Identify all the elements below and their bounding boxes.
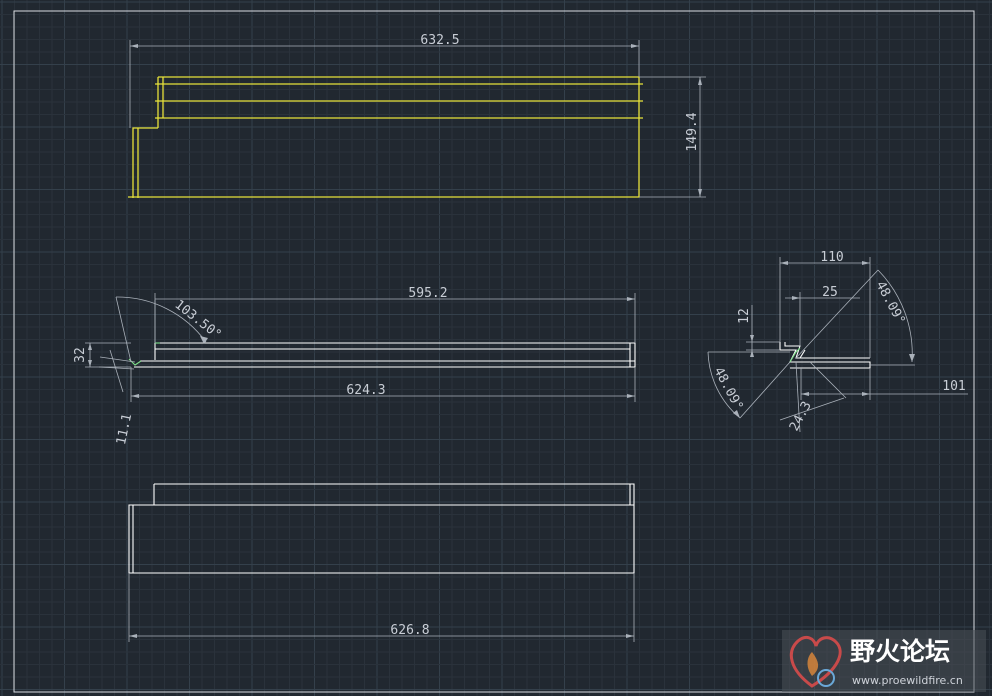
background-grid xyxy=(0,0,992,696)
detail-view-total-width-label: 110 xyxy=(820,250,843,265)
front-view-height-label: 32 xyxy=(73,347,88,363)
front-view-outline xyxy=(128,342,636,368)
detail-view: 110 25 12 48.09° 48.09° 101 24.3 xyxy=(707,250,968,434)
detail-view-left-angle-dimension: 48.09° xyxy=(707,351,791,419)
detail-view-inner-width-dimension: 25 xyxy=(785,285,860,346)
watermark-url: www.proewildfire.cn xyxy=(852,674,963,687)
detail-view-inner-width-label: 25 xyxy=(822,285,838,300)
front-view-offset-label: 11.1 xyxy=(114,412,135,446)
front-view-outer-length-dimension: 624.3 xyxy=(130,367,636,402)
front-view: 595.2 624.3 103.50° 32 11.1 xyxy=(73,286,636,446)
detail-view-right-angle-dimension: 48.09° xyxy=(795,269,915,366)
detail-view-flange-height-dimension: 12 xyxy=(737,305,780,357)
front-view-inner-length-label: 595.2 xyxy=(408,286,447,301)
top-view-height-dimension: 149.4 xyxy=(639,76,706,198)
front-view-outer-length-label: 624.3 xyxy=(346,383,385,398)
top-view-width-label: 632.5 xyxy=(420,33,459,48)
watermark: 野火论坛 www.proewildfire.cn xyxy=(782,630,986,692)
front-view-angle-label: 103.50° xyxy=(172,297,224,343)
top-view-width-dimension: 632.5 xyxy=(129,33,640,128)
bottom-view-length-label: 626.8 xyxy=(390,623,429,638)
detail-view-flange-height-label: 12 xyxy=(737,308,752,324)
detail-view-extension-dimension: 101 xyxy=(800,368,968,400)
top-view-outline xyxy=(128,76,643,198)
bottom-view-length-dimension: 626.8 xyxy=(128,573,635,642)
watermark-brand: 野火论坛 xyxy=(850,637,950,666)
bottom-view-outline xyxy=(128,483,635,574)
cad-drawing-canvas[interactable]: 632.5 149.4 595.2 624.3 103.50° 32 11.1 … xyxy=(0,0,992,696)
top-view-height-label: 149.4 xyxy=(685,112,700,151)
bottom-view: 626.8 xyxy=(128,483,635,642)
detail-view-total-width-dimension: 110 xyxy=(779,250,871,358)
detail-view-extension-label: 101 xyxy=(942,379,965,394)
